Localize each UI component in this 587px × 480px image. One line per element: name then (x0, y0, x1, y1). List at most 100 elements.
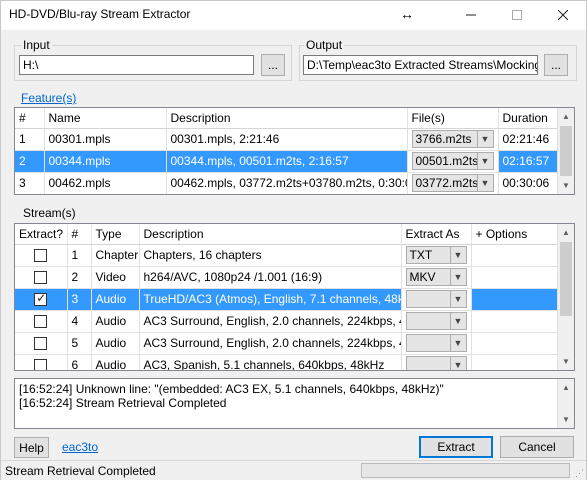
col-header-type[interactable]: Type (91, 224, 140, 245)
col-header-files[interactable]: File(s) (407, 108, 499, 129)
features-scrollbar[interactable]: ▲ ▼ (557, 108, 574, 194)
stream-extract-as-cell: ▼ (401, 354, 472, 370)
title-bar[interactable]: HD-DVD/Blu-ray Stream Extractor ↔ (1, 1, 586, 30)
extract-checkbox[interactable] (34, 291, 48, 307)
output-path-field[interactable]: D:\Temp\eac3to Extracted Streams\Mocking… (303, 55, 538, 75)
streams-table: Extract? # Type Description Extract As +… (15, 224, 560, 370)
chevron-down-icon[interactable]: ▼ (449, 247, 466, 263)
maximize-button[interactable] (494, 1, 540, 30)
feature-row[interactable]: 1 00301.mpls 00301.mpls, 2:21:46 3766.m2… (15, 128, 560, 151)
stream-options[interactable] (471, 288, 560, 311)
scroll-up-icon[interactable]: ▲ (558, 224, 574, 241)
chevron-down-icon[interactable]: ▼ (449, 269, 466, 285)
chevron-down-icon[interactable]: ▼ (449, 291, 466, 307)
stream-options[interactable] (471, 266, 560, 289)
feature-file-dropdown[interactable]: 00501.m2ts ▼ (411, 152, 494, 170)
status-bar: Stream Retrieval Completed ⋰ (1, 460, 586, 480)
extract-checkbox[interactable] (34, 359, 48, 370)
col-header-num[interactable]: # (67, 224, 92, 245)
help-button[interactable]: Help (14, 437, 49, 458)
extract-checkbox[interactable] (34, 249, 48, 263)
input-path-field[interactable]: H:\ (19, 55, 254, 75)
stream-row[interactable]: 5 Audio AC3 Surround, English, 2.0 channel… (15, 332, 560, 355)
extract-as-dropdown[interactable]: MKV ▼ (405, 268, 467, 286)
features-link[interactable]: Feature(s) (21, 91, 76, 105)
stream-extract-as-cell: MKV ▼ (401, 266, 472, 289)
feature-file-dropdown[interactable]: 03772.m2ts ▼ (411, 174, 494, 192)
stream-extract-as-cell: TXT ▼ (401, 244, 472, 267)
features-grid[interactable]: # Name Description File(s) Duration 1 00… (14, 107, 575, 195)
scroll-thumb[interactable] (560, 126, 572, 176)
col-header-duration[interactable]: Duration (498, 108, 560, 129)
input-browse-button[interactable]: ... (261, 54, 285, 76)
chevron-down-icon[interactable]: ▼ (449, 313, 466, 329)
chevron-down-icon[interactable]: ▼ (449, 335, 466, 351)
col-header-description[interactable]: Description (139, 224, 402, 245)
col-header-num[interactable]: # (15, 108, 45, 129)
extract-button[interactable]: Extract (419, 436, 493, 458)
stream-type: Audio (91, 310, 140, 333)
progress-bar (361, 463, 570, 478)
feature-row-selected[interactable]: 2 00344.mpls 00344.mpls, 00501.m2ts, 2:1… (15, 150, 560, 173)
extract-checkbox[interactable] (34, 337, 48, 351)
col-header-name[interactable]: Name (44, 108, 167, 129)
extract-as-dropdown[interactable]: ▼ (405, 312, 467, 330)
scroll-down-icon[interactable]: ▼ (558, 177, 574, 194)
log-scrollbar[interactable]: ▲ ▼ (557, 379, 574, 428)
streams-grid[interactable]: Extract? # Type Description Extract As +… (14, 223, 575, 371)
stream-num: 5 (67, 332, 92, 355)
col-header-extract-as[interactable]: Extract As (401, 224, 472, 245)
log-line: [16:52:24] Stream Retrieval Completed (19, 396, 227, 410)
scroll-up-icon[interactable]: ▲ (558, 379, 574, 396)
scroll-down-icon[interactable]: ▼ (558, 411, 574, 428)
chevron-down-icon[interactable]: ▼ (476, 175, 493, 191)
feature-num: 3 (15, 172, 45, 194)
extract-as-dropdown[interactable]: TXT ▼ (405, 246, 467, 264)
chevron-down-icon[interactable]: ▼ (449, 357, 466, 370)
feature-file-value: 00501.m2ts (415, 154, 479, 168)
feature-file-dropdown[interactable]: 3766.m2ts ▼ (411, 130, 494, 148)
features-header-row: # Name Description File(s) Duration (15, 108, 560, 129)
stream-row[interactable]: 2 Video h264/AVC, 1080p24 /1.001 (16:9) MKV… (15, 266, 560, 289)
col-header-description[interactable]: Description (166, 108, 408, 129)
feature-file-cell: 03772.m2ts ▼ (407, 172, 499, 194)
extract-as-dropdown[interactable]: ▼ (405, 290, 467, 308)
col-header-options[interactable]: + Options (471, 224, 560, 245)
stream-row[interactable]: 1 Chapter Chapters, 16 chapters TXT ▼ (15, 244, 560, 267)
log-line: [16:52:24] Unknown line: "(embedded: AC3… (19, 382, 444, 396)
output-browse-button[interactable]: ... (544, 54, 568, 76)
feature-row[interactable]: 3 00462.mpls 00462.mpls, 03772.m2ts+0378… (15, 172, 560, 194)
cancel-button[interactable]: Cancel (500, 436, 574, 458)
feature-name: 00462.mpls (44, 172, 167, 194)
stream-extract-cell (15, 332, 68, 355)
col-header-extract[interactable]: Extract? (15, 224, 68, 245)
stream-row[interactable]: 6 Audio AC3, Spanish, 5.1 channels, 640kbp… (15, 354, 560, 370)
feature-name: 00301.mpls (44, 128, 167, 151)
feature-name: 00344.mpls (44, 150, 167, 173)
maximize-icon (512, 10, 522, 20)
eac3to-link[interactable]: eac3to (62, 440, 98, 454)
stream-options[interactable] (471, 310, 560, 333)
minimize-button[interactable] (448, 1, 494, 30)
stream-extract-cell (15, 266, 68, 289)
stream-row-selected[interactable]: 3AudioTrueHD/AC3 (Atmos), English, 7.1 c… (15, 288, 560, 311)
size-grip-icon[interactable]: ⋰ (575, 468, 584, 479)
scroll-down-icon[interactable]: ▼ (558, 353, 574, 370)
log-output[interactable]: [16:52:24] Unknown line: "(embedded: AC3… (14, 378, 575, 429)
chevron-down-icon[interactable]: ▼ (476, 131, 493, 147)
stream-options[interactable] (471, 354, 560, 370)
scroll-up-icon[interactable]: ▲ (558, 108, 574, 125)
streams-scrollbar[interactable]: ▲ ▼ (557, 224, 574, 370)
stream-row[interactable]: 4 Audio AC3 Surround, English, 2.0 channel… (15, 310, 560, 333)
scroll-thumb[interactable] (560, 242, 572, 316)
stream-extract-as-cell: ▼ (401, 288, 472, 311)
extract-as-dropdown[interactable]: ▼ (405, 334, 467, 352)
stream-extract-as-cell: ▼ (401, 310, 472, 333)
stream-options[interactable] (471, 332, 560, 355)
stream-options[interactable] (471, 244, 560, 267)
extract-as-dropdown[interactable]: ▼ (405, 356, 467, 370)
close-button[interactable] (540, 1, 586, 30)
extract-checkbox[interactable] (34, 315, 48, 329)
chevron-down-icon[interactable]: ▼ (476, 153, 493, 169)
extract-checkbox[interactable] (34, 271, 48, 285)
